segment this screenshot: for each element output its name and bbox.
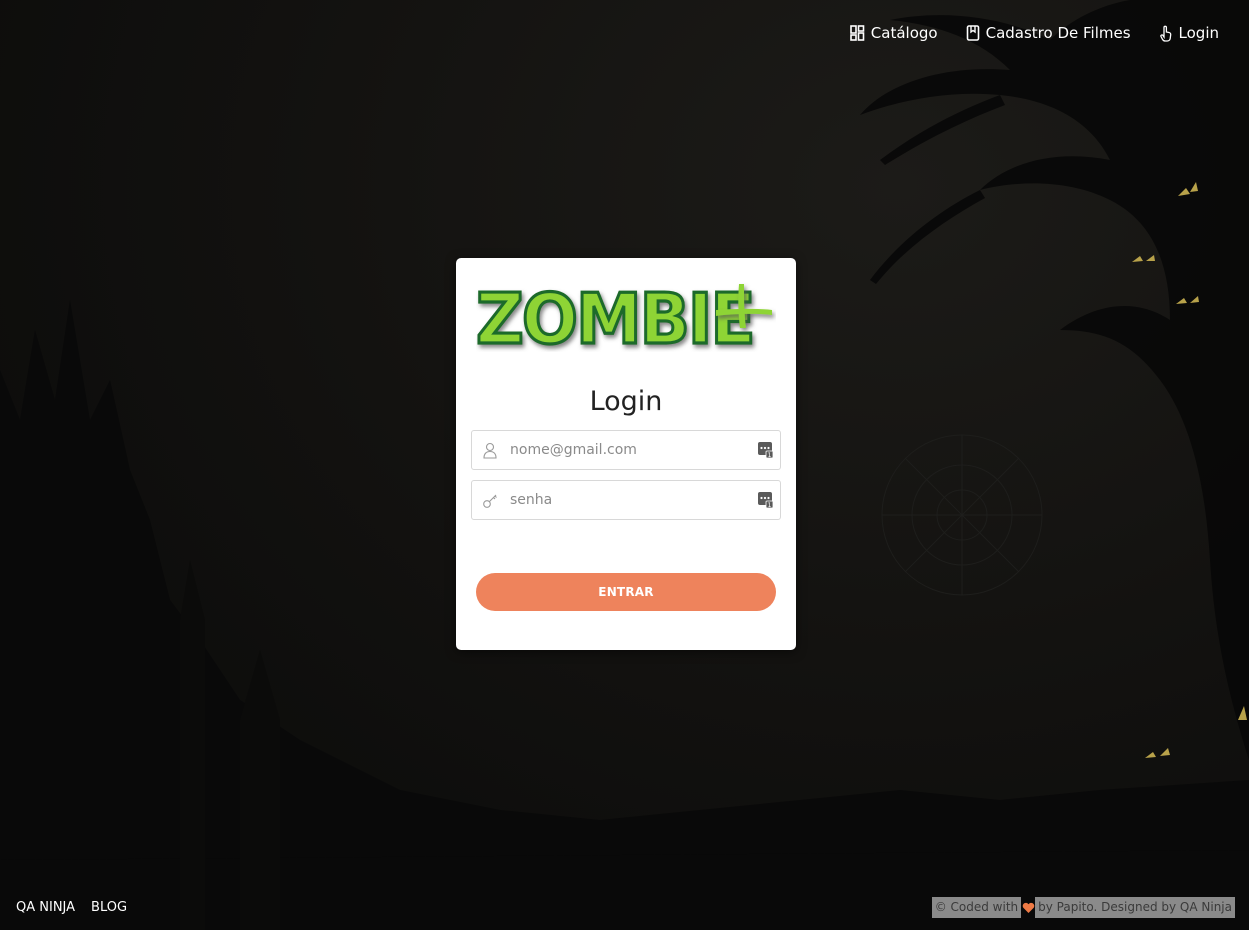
nav-item-cadastro-de-filmes[interactable]: Cadastro De Filmes — [966, 24, 1131, 42]
footer-links: QA NINJA BLOG — [16, 900, 127, 915]
heart-icon — [1021, 902, 1035, 914]
nav-item-login[interactable]: Login — [1159, 24, 1219, 42]
entrar-button[interactable]: ENTRAR — [476, 573, 776, 611]
zombie-plus-logo: ZOMBIE — [474, 276, 776, 361]
user-icon — [472, 442, 508, 459]
password-manager-icon[interactable]: 1 — [750, 441, 780, 459]
footer-link-blog[interactable]: BLOG — [91, 900, 127, 915]
password-field: 1 — [471, 480, 781, 520]
bookmark-icon — [966, 25, 980, 41]
nav-item-catalogo[interactable]: Catálogo — [849, 24, 938, 42]
nav-item-cadastro-label: Cadastro De Filmes — [985, 24, 1131, 42]
password-input[interactable] — [508, 485, 750, 515]
key-icon — [472, 492, 508, 509]
footer-link-qa-ninja[interactable]: QA NINJA — [16, 900, 75, 915]
nav-item-login-label: Login — [1178, 24, 1219, 42]
svg-text:ZOMBIE: ZOMBIE — [476, 279, 754, 352]
pointer-hand-icon — [1159, 25, 1173, 42]
footer-credit: © Coded with by Papito. Designed by QA N… — [931, 897, 1235, 918]
login-title: Login — [589, 386, 663, 418]
top-nav: Catálogo Cadastro De Filmes Login — [849, 24, 1219, 42]
email-input[interactable] — [508, 435, 750, 465]
login-card: ZOMBIE Login 1 — [456, 258, 796, 650]
svg-text:1: 1 — [767, 502, 771, 509]
footer-credit-prefix: © Coded with — [931, 897, 1022, 918]
catalog-icon — [849, 25, 865, 41]
svg-text:1: 1 — [767, 452, 771, 459]
footer-credit-suffix: by Papito. Designed by QA Ninja — [1035, 897, 1235, 918]
nav-item-catalogo-label: Catálogo — [870, 24, 938, 42]
email-field: 1 — [471, 430, 781, 470]
password-manager-icon[interactable]: 1 — [750, 491, 780, 509]
